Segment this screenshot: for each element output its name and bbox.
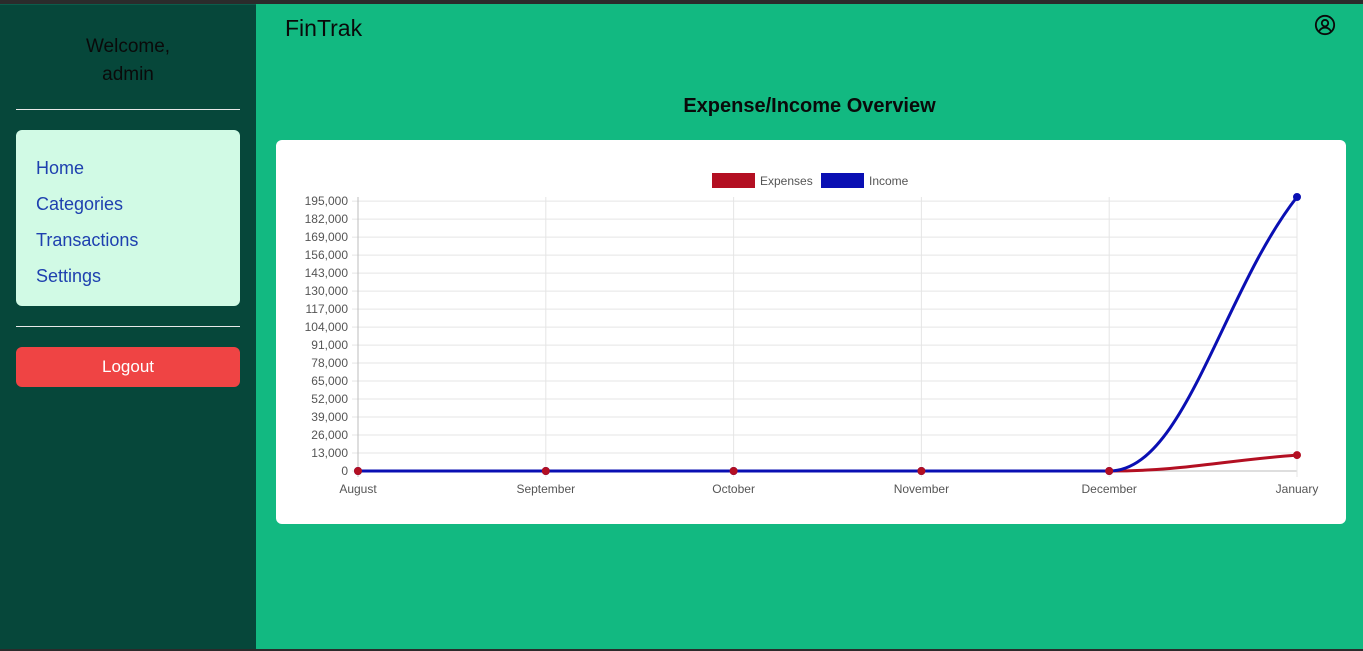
legend-swatch-income [821, 173, 864, 188]
y-tick-label: 182,000 [305, 212, 349, 226]
legend-label-expenses: Expenses [760, 174, 813, 188]
y-tick-label: 52,000 [311, 392, 348, 406]
sidebar-item-home[interactable]: Home [36, 150, 220, 186]
y-tick-label: 117,000 [306, 302, 349, 316]
y-tick-label: 26,000 [311, 428, 348, 442]
x-tick-label: December [1082, 482, 1137, 496]
y-tick-label: 169,000 [305, 230, 349, 244]
legend-label-income: Income [869, 174, 909, 188]
sidebar-divider-bottom [16, 326, 240, 327]
sidebar-divider-top [16, 109, 240, 110]
page-title: Expense/Income Overview [683, 95, 936, 117]
data-point-expenses [729, 467, 738, 475]
data-point-expenses [541, 467, 550, 475]
sidebar-item-transactions[interactable]: Transactions [36, 222, 220, 258]
y-tick-label: 78,000 [311, 356, 348, 370]
x-tick-label: January [1276, 482, 1319, 496]
x-tick-label: October [712, 482, 755, 496]
y-tick-label: 143,000 [305, 266, 349, 280]
y-tick-label: 156,000 [305, 248, 349, 262]
y-tick-label: 65,000 [311, 374, 348, 388]
logout-button[interactable]: Logout [16, 347, 240, 387]
y-tick-label: 130,000 [305, 284, 349, 298]
y-tick-label: 91,000 [311, 338, 348, 352]
data-point-expenses [1293, 451, 1301, 460]
legend-swatch-expenses [712, 173, 755, 188]
app-brand: FinTrak [285, 15, 363, 41]
series-line-income [358, 196, 1299, 473]
data-point-income [1293, 193, 1301, 201]
sidebar: Welcome, admin Home Categories Transacti… [0, 4, 256, 649]
y-tick-label: 13,000 [311, 446, 348, 460]
welcome-greeting: Welcome, [85, 36, 171, 57]
y-tick-label: 104,000 [305, 320, 349, 334]
data-point-expenses [917, 467, 926, 475]
sidebar-nav: Home Categories Transactions Settings [16, 130, 240, 306]
expense-income-chart: 0 13,000 26,000 39,000 52,000 65,000 78,000 91,… [305, 173, 1319, 496]
data-point-expenses [354, 467, 362, 475]
y-tick-label: 0 [341, 464, 348, 478]
y-tick-label: 195,000 [305, 194, 349, 208]
main-content: FinTrak Expense/Income Overview 0 13,000 2… [256, 4, 1363, 649]
x-tick-label: November [894, 482, 949, 496]
welcome-message: Welcome, admin [16, 5, 240, 109]
user-circle-icon[interactable] [1314, 14, 1336, 36]
series-line-expenses [358, 453, 1298, 473]
y-tick-label: 39,000 [311, 410, 348, 424]
sidebar-item-categories[interactable]: Categories [36, 186, 220, 222]
welcome-username: admin [102, 64, 154, 85]
x-tick-label: September [516, 482, 575, 496]
data-point-expenses [1105, 467, 1114, 475]
app-root: Welcome, admin Home Categories Transacti… [0, 4, 1363, 649]
x-tick-label: August [339, 482, 377, 496]
sidebar-item-settings[interactable]: Settings [36, 258, 220, 294]
chart-card: 0 13,000 26,000 39,000 52,000 65,000 78,000 91,… [276, 140, 1346, 524]
